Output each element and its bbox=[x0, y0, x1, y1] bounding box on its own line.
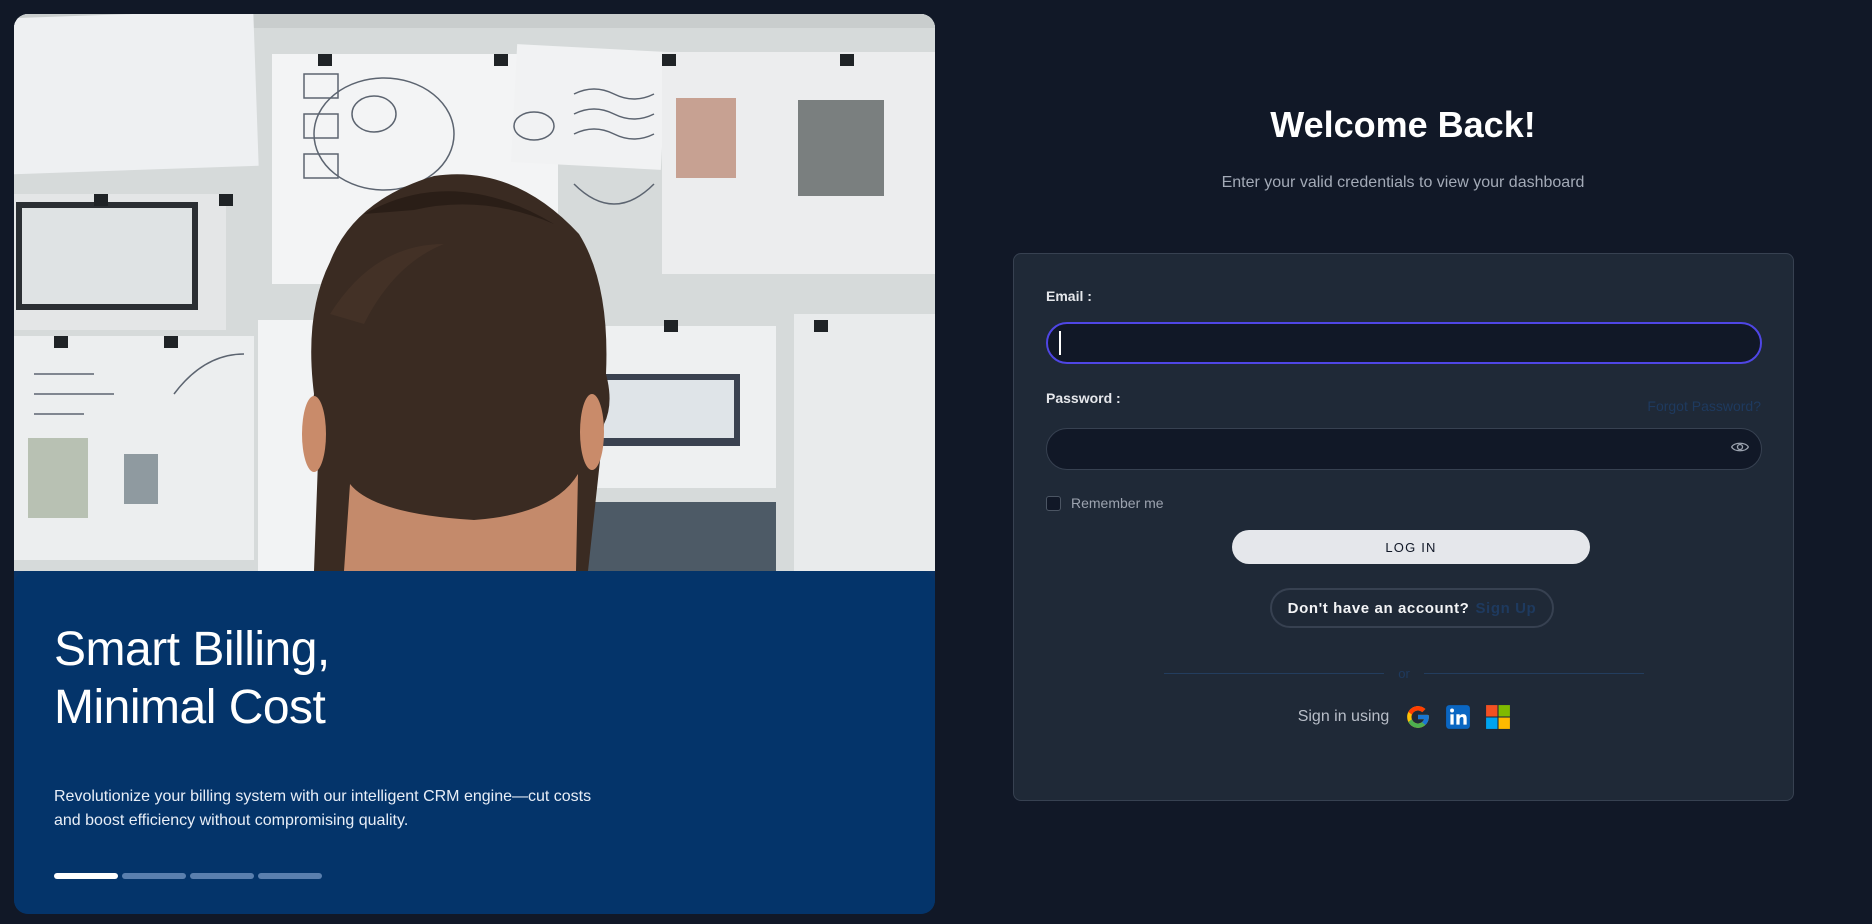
carousel-dot[interactable] bbox=[190, 873, 254, 879]
forgot-password-link[interactable]: Forgot Password? bbox=[1647, 398, 1761, 414]
or-divider: or bbox=[1164, 663, 1644, 683]
signup-link[interactable]: Sign Up bbox=[1475, 600, 1536, 617]
email-label: Email : bbox=[1046, 288, 1092, 304]
remember-me-checkbox[interactable] bbox=[1046, 495, 1061, 511]
no-account-text: Don't have an account? bbox=[1287, 599, 1470, 617]
hero-description: Revolutionize your billing system with o… bbox=[54, 788, 592, 829]
carousel-dot-active[interactable] bbox=[54, 873, 118, 879]
google-icon[interactable] bbox=[1405, 704, 1431, 730]
linkedin-icon[interactable] bbox=[1445, 704, 1471, 730]
page-subtitle: Enter your valid credentials to view you… bbox=[1221, 174, 1585, 191]
hero-carousel: Smart Billing, Minimal Cost Revolutioniz… bbox=[14, 14, 935, 914]
social-login: Sign in using bbox=[1014, 704, 1795, 730]
divider-text: or bbox=[1398, 665, 1410, 681]
hero-title: Smart Billing, Minimal Cost bbox=[54, 621, 330, 737]
login-card: Email : Password : Forgot Password? Reme… bbox=[1013, 253, 1794, 801]
text-cursor bbox=[1059, 331, 1061, 355]
hero-title-line: Smart Billing, bbox=[54, 623, 330, 676]
carousel-indicators bbox=[54, 873, 322, 879]
page-title: Welcome Back! bbox=[1270, 104, 1536, 145]
password-field[interactable] bbox=[1046, 428, 1762, 470]
login-page: Smart Billing, Minimal Cost Revolutioniz… bbox=[0, 0, 1872, 924]
divider-line bbox=[1423, 672, 1644, 674]
divider-line bbox=[1164, 672, 1385, 674]
carousel-dot[interactable] bbox=[258, 873, 322, 879]
remember-me-label: Remember me bbox=[1071, 495, 1164, 511]
eye-icon[interactable] bbox=[1730, 437, 1750, 457]
carousel-dot[interactable] bbox=[122, 873, 186, 879]
remember-me[interactable]: Remember me bbox=[1046, 495, 1164, 511]
hero-title-line: Minimal Cost bbox=[54, 681, 326, 734]
signup-prompt: Don't have an account? Sign Up bbox=[1270, 588, 1554, 628]
email-field[interactable] bbox=[1046, 322, 1762, 364]
microsoft-icon[interactable] bbox=[1485, 704, 1511, 730]
login-button[interactable]: LOG IN bbox=[1232, 530, 1590, 564]
hero-photo bbox=[14, 14, 935, 571]
social-label: Sign in using bbox=[1297, 708, 1390, 725]
password-label: Password : bbox=[1046, 390, 1121, 406]
hero-text-panel: Smart Billing, Minimal Cost Revolutioniz… bbox=[14, 571, 935, 914]
